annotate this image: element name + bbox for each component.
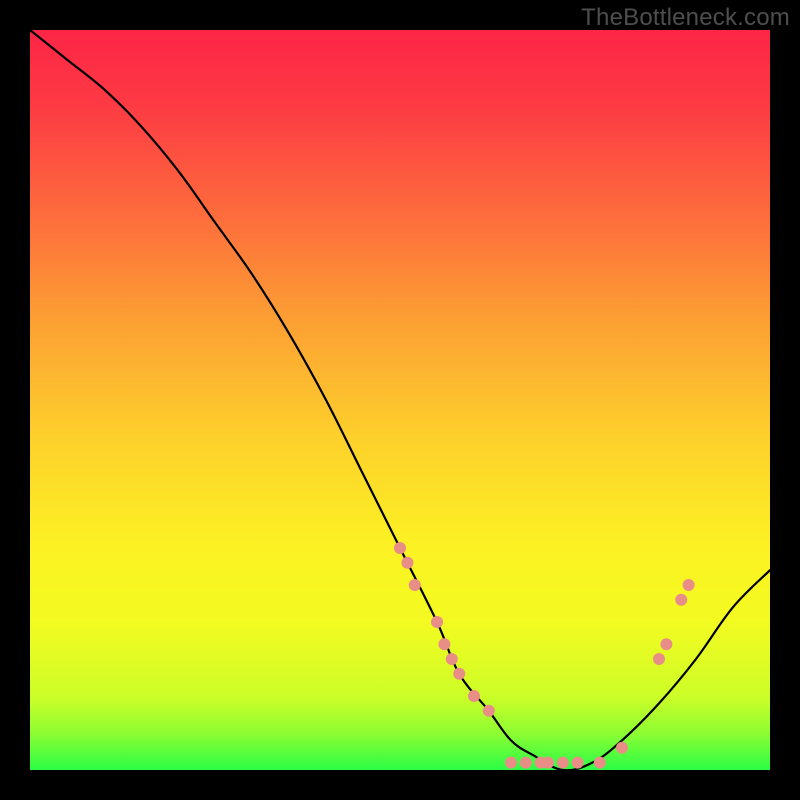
chart-marker (675, 594, 687, 606)
chart-marker (438, 638, 450, 650)
chart-marker (683, 579, 695, 591)
chart-marker (557, 757, 569, 769)
chart-marker (572, 757, 584, 769)
chart-marker (542, 757, 554, 769)
chart-marker (505, 757, 517, 769)
chart-marker (431, 616, 443, 628)
chart-marker (594, 757, 606, 769)
chart-marker (409, 579, 421, 591)
chart-marker (401, 557, 413, 569)
chart-svg (0, 0, 800, 800)
chart-marker (616, 742, 628, 754)
chart-marker (520, 757, 532, 769)
chart-marker (394, 542, 406, 554)
chart-marker (483, 705, 495, 717)
watermark-text: TheBottleneck.com (581, 4, 790, 32)
chart-marker (468, 690, 480, 702)
chart-marker (653, 653, 665, 665)
chart-container: TheBottleneck.com (0, 0, 800, 800)
chart-marker (446, 653, 458, 665)
chart-marker (660, 638, 672, 650)
chart-marker (453, 668, 465, 680)
